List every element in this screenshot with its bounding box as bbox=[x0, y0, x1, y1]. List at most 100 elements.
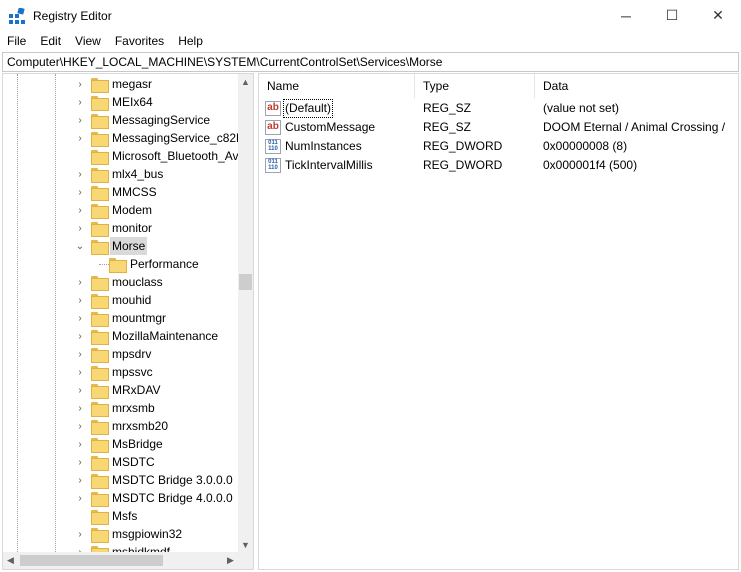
maximize-button[interactable]: ☐ bbox=[649, 0, 695, 31]
tree-node-label[interactable]: MsBridge bbox=[110, 435, 165, 453]
chevron-right-icon[interactable]: › bbox=[75, 417, 85, 435]
tree-node[interactable]: › MMCSS bbox=[3, 183, 238, 201]
chevron-right-icon[interactable]: › bbox=[75, 201, 85, 219]
close-button[interactable]: ✕ bbox=[695, 0, 741, 31]
tree-node-label[interactable]: Msfs bbox=[110, 507, 139, 525]
tree-node[interactable]: › MessagingService_c82bc bbox=[3, 129, 238, 147]
horizontal-scroll-thumb[interactable] bbox=[20, 555, 163, 566]
chevron-right-icon[interactable]: › bbox=[75, 129, 85, 147]
column-header-name[interactable]: Name bbox=[259, 74, 415, 98]
tree-node-label[interactable]: MozillaMaintenance bbox=[110, 327, 220, 345]
chevron-right-icon[interactable]: › bbox=[75, 543, 85, 553]
scroll-left-icon[interactable]: ◀ bbox=[3, 552, 18, 569]
tree-node[interactable]: › MessagingService bbox=[3, 111, 238, 129]
chevron-right-icon[interactable]: › bbox=[75, 381, 85, 399]
chevron-right-icon[interactable]: › bbox=[75, 345, 85, 363]
tree-node[interactable]: › MRxDAV bbox=[3, 381, 238, 399]
chevron-right-icon[interactable]: › bbox=[75, 111, 85, 129]
tree-node-label[interactable]: MMCSS bbox=[110, 183, 159, 201]
tree-node-label[interactable]: MSDTC Bridge 4.0.0.0 bbox=[110, 489, 235, 507]
tree-node-label[interactable]: mouhid bbox=[110, 291, 153, 309]
tree-node[interactable]: › msgpiowin32 bbox=[3, 525, 238, 543]
tree-node[interactable]: › MEIx64 bbox=[3, 93, 238, 111]
tree-vertical-scrollbar[interactable]: ▲ ▼ bbox=[238, 74, 253, 552]
tree-node-label[interactable]: MSDTC Bridge 3.0.0.0 bbox=[110, 471, 235, 489]
tree-node[interactable]: › MSDTC Bridge 3.0.0.0 bbox=[3, 471, 238, 489]
chevron-right-icon[interactable]: › bbox=[75, 327, 85, 345]
tree-node-label[interactable]: Modem bbox=[110, 201, 154, 219]
chevron-right-icon[interactable]: › bbox=[75, 489, 85, 507]
tree-node-label[interactable]: mshidkmdf bbox=[110, 543, 172, 552]
tree-node[interactable]: › megasr bbox=[3, 75, 238, 93]
tree-node[interactable]: Microsoft_Bluetooth_Av bbox=[3, 147, 238, 165]
chevron-right-icon[interactable]: › bbox=[75, 165, 85, 183]
tree-horizontal-scrollbar[interactable]: ◀ ▶ bbox=[3, 552, 238, 569]
chevron-right-icon[interactable]: › bbox=[75, 273, 85, 291]
tree-node[interactable]: › MSDTC bbox=[3, 453, 238, 471]
tree-node-label[interactable]: mouclass bbox=[110, 273, 165, 291]
chevron-right-icon[interactable]: › bbox=[75, 435, 85, 453]
tree-node[interactable]: › mouclass bbox=[3, 273, 238, 291]
tree-node[interactable]: ⌄ Morse bbox=[3, 237, 238, 255]
chevron-right-icon[interactable]: › bbox=[75, 309, 85, 327]
tree-node[interactable]: › mpsdrv bbox=[3, 345, 238, 363]
tree-node-label[interactable]: MSDTC bbox=[110, 453, 157, 471]
tree-node-label[interactable]: mountmgr bbox=[110, 309, 168, 327]
menu-favorites[interactable]: Favorites bbox=[108, 31, 171, 51]
value-row[interactable]: 011 110 NumInstances REG_DWORD 0x00000008 (… bbox=[259, 137, 738, 156]
tree-node-label[interactable]: MessagingService bbox=[110, 111, 212, 129]
chevron-right-icon[interactable]: › bbox=[75, 525, 85, 543]
value-row[interactable]: ab (Default) REG_SZ (value not set) bbox=[259, 99, 738, 118]
tree-node[interactable]: › MSDTC Bridge 4.0.0.0 bbox=[3, 489, 238, 507]
tree-node-label[interactable]: MRxDAV bbox=[110, 381, 162, 399]
value-row[interactable]: ab CustomMessage REG_SZ DOOM Eternal / Anim… bbox=[259, 118, 738, 137]
chevron-right-icon[interactable]: › bbox=[75, 399, 85, 417]
chevron-right-icon[interactable]: › bbox=[75, 453, 85, 471]
tree-node-label[interactable]: mpsdrv bbox=[110, 345, 153, 363]
tree-node-label[interactable]: msgpiowin32 bbox=[110, 525, 184, 543]
chevron-right-icon[interactable]: › bbox=[75, 219, 85, 237]
chevron-right-icon[interactable]: › bbox=[75, 291, 85, 309]
chevron-right-icon[interactable]: › bbox=[75, 93, 85, 111]
tree-node[interactable]: › mrxsmb bbox=[3, 399, 238, 417]
value-row[interactable]: 011 110 TickIntervalMillis REG_DWORD 0x0000… bbox=[259, 156, 738, 175]
tree-node[interactable]: › MsBridge bbox=[3, 435, 238, 453]
chevron-down-icon[interactable]: ⌄ bbox=[75, 237, 85, 255]
tree-node[interactable]: › mshidkmdf bbox=[3, 543, 238, 552]
tree-node[interactable]: Performance bbox=[3, 255, 238, 273]
tree-node-label[interactable]: mpssvc bbox=[110, 363, 155, 381]
tree-node[interactable]: › mouhid bbox=[3, 291, 238, 309]
tree-node-label[interactable]: Morse bbox=[110, 237, 148, 255]
tree-node-label[interactable]: monitor bbox=[110, 219, 154, 237]
tree-node[interactable]: Msfs bbox=[3, 507, 238, 525]
column-header-type[interactable]: Type bbox=[415, 74, 535, 98]
tree-node[interactable]: › mpssvc bbox=[3, 363, 238, 381]
tree-node-label[interactable]: Performance bbox=[128, 255, 201, 273]
tree-node[interactable]: › mlx4_bus bbox=[3, 165, 238, 183]
menu-edit[interactable]: Edit bbox=[33, 31, 68, 51]
tree-node-label[interactable]: mrxsmb20 bbox=[110, 417, 170, 435]
value-name[interactable]: CustomMessage bbox=[283, 118, 377, 137]
scroll-up-icon[interactable]: ▲ bbox=[238, 74, 253, 89]
menu-view[interactable]: View bbox=[68, 31, 108, 51]
tree-node[interactable]: › Modem bbox=[3, 201, 238, 219]
address-bar[interactable]: Computer\HKEY_LOCAL_MACHINE\SYSTEM\Curre… bbox=[2, 52, 739, 72]
menu-file[interactable]: File bbox=[0, 31, 33, 51]
tree-node[interactable]: › mountmgr bbox=[3, 309, 238, 327]
tree-node-label[interactable]: mlx4_bus bbox=[110, 165, 165, 183]
menu-help[interactable]: Help bbox=[171, 31, 210, 51]
tree-node-label[interactable]: MessagingService_c82bc bbox=[110, 129, 238, 147]
tree-node-label[interactable]: mrxsmb bbox=[110, 399, 157, 417]
chevron-right-icon[interactable]: › bbox=[75, 183, 85, 201]
value-name[interactable]: TickIntervalMillis bbox=[283, 156, 375, 175]
value-name[interactable]: (Default) bbox=[283, 99, 334, 118]
chevron-right-icon[interactable]: › bbox=[75, 75, 85, 93]
scroll-right-icon[interactable]: ▶ bbox=[223, 552, 238, 569]
chevron-right-icon[interactable]: › bbox=[75, 471, 85, 489]
value-name[interactable]: NumInstances bbox=[283, 137, 364, 156]
tree-node[interactable]: › monitor bbox=[3, 219, 238, 237]
tree-node-label[interactable]: megasr bbox=[110, 75, 154, 93]
chevron-right-icon[interactable]: › bbox=[75, 363, 85, 381]
minimize-button[interactable]: ─ bbox=[603, 0, 649, 31]
tree-node-label[interactable]: Microsoft_Bluetooth_Av bbox=[110, 147, 238, 165]
